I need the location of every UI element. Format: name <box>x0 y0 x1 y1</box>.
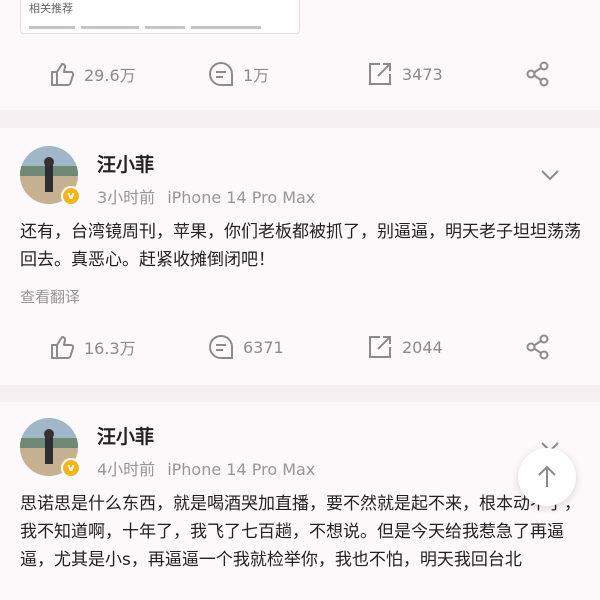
verified-badge-icon: v <box>61 186 81 206</box>
post-meta: 4小时前 iPhone 14 Pro Max <box>97 456 315 480</box>
arrow-up-icon <box>538 465 556 487</box>
chevron-down-icon[interactable] <box>540 168 560 182</box>
feed-card-previous: 相关推荐 29.6万 1万 3473 <box>0 0 600 110</box>
comment-icon <box>209 334 233 359</box>
share-icon <box>526 61 549 87</box>
like-count: 16.3万 <box>84 339 136 358</box>
comment-button[interactable]: 6371 <box>207 327 284 367</box>
verified-badge-icon: v <box>61 458 81 478</box>
post-time: 4小时前 <box>97 460 156 479</box>
like-button[interactable]: 16.3万 <box>48 327 136 367</box>
like-button[interactable]: 29.6万 <box>48 54 136 94</box>
share-button[interactable] <box>524 327 560 367</box>
repost-button[interactable]: 2044 <box>366 327 443 367</box>
thumbs-up-icon <box>51 63 75 86</box>
comment-button[interactable]: 1万 <box>207 54 269 94</box>
repost-icon <box>369 336 391 358</box>
author-name[interactable]: 汪小菲 <box>97 422 154 449</box>
like-count: 29.6万 <box>84 66 136 85</box>
translate-link[interactable]: 查看翻译 <box>20 286 80 307</box>
repost-count: 2044 <box>402 337 443 357</box>
thumbs-up-icon <box>51 336 75 359</box>
share-button[interactable] <box>524 54 560 94</box>
back-to-top-button[interactable] <box>518 448 576 506</box>
comment-count: 6371 <box>243 337 284 357</box>
feed-card: v 汪小菲 3小时前 iPhone 14 Pro Max 还有，台湾镜周刊，苹果，… <box>0 128 600 385</box>
feed-card: v 汪小菲 4小时前 iPhone 14 Pro Max 思诺思是什么东西，就是喝… <box>0 402 600 600</box>
post-device: iPhone 14 Pro Max <box>167 188 316 207</box>
repost-icon <box>369 63 391 85</box>
post-device: iPhone 14 Pro Max <box>167 460 316 479</box>
post-meta: 3小时前 iPhone 14 Pro Max <box>97 184 315 208</box>
comment-icon <box>209 61 233 86</box>
action-bar: 16.3万 6371 2044 <box>0 327 600 367</box>
post-text: 思诺思是什么东西，就是喝酒哭加直播，要不然就是起不来，根本动不了，我不知道啊，十… <box>20 494 581 570</box>
repost-count: 3473 <box>402 64 443 84</box>
related-text-cut <box>29 26 289 33</box>
post-text: 还有，台湾镜周刊，苹果，你们老板都被抓了，别逼逼，明天老子坦坦荡荡回去。真恶心。… <box>20 222 581 270</box>
post-time: 3小时前 <box>97 188 156 207</box>
comment-count: 1万 <box>243 66 270 85</box>
author-name[interactable]: 汪小菲 <box>97 150 154 177</box>
related-label: 相关推荐 <box>29 2 73 15</box>
related-recommendations[interactable]: 相关推荐 <box>20 0 300 34</box>
repost-button[interactable]: 3473 <box>366 54 443 94</box>
share-icon <box>526 334 549 360</box>
action-bar: 29.6万 1万 3473 <box>0 54 600 94</box>
